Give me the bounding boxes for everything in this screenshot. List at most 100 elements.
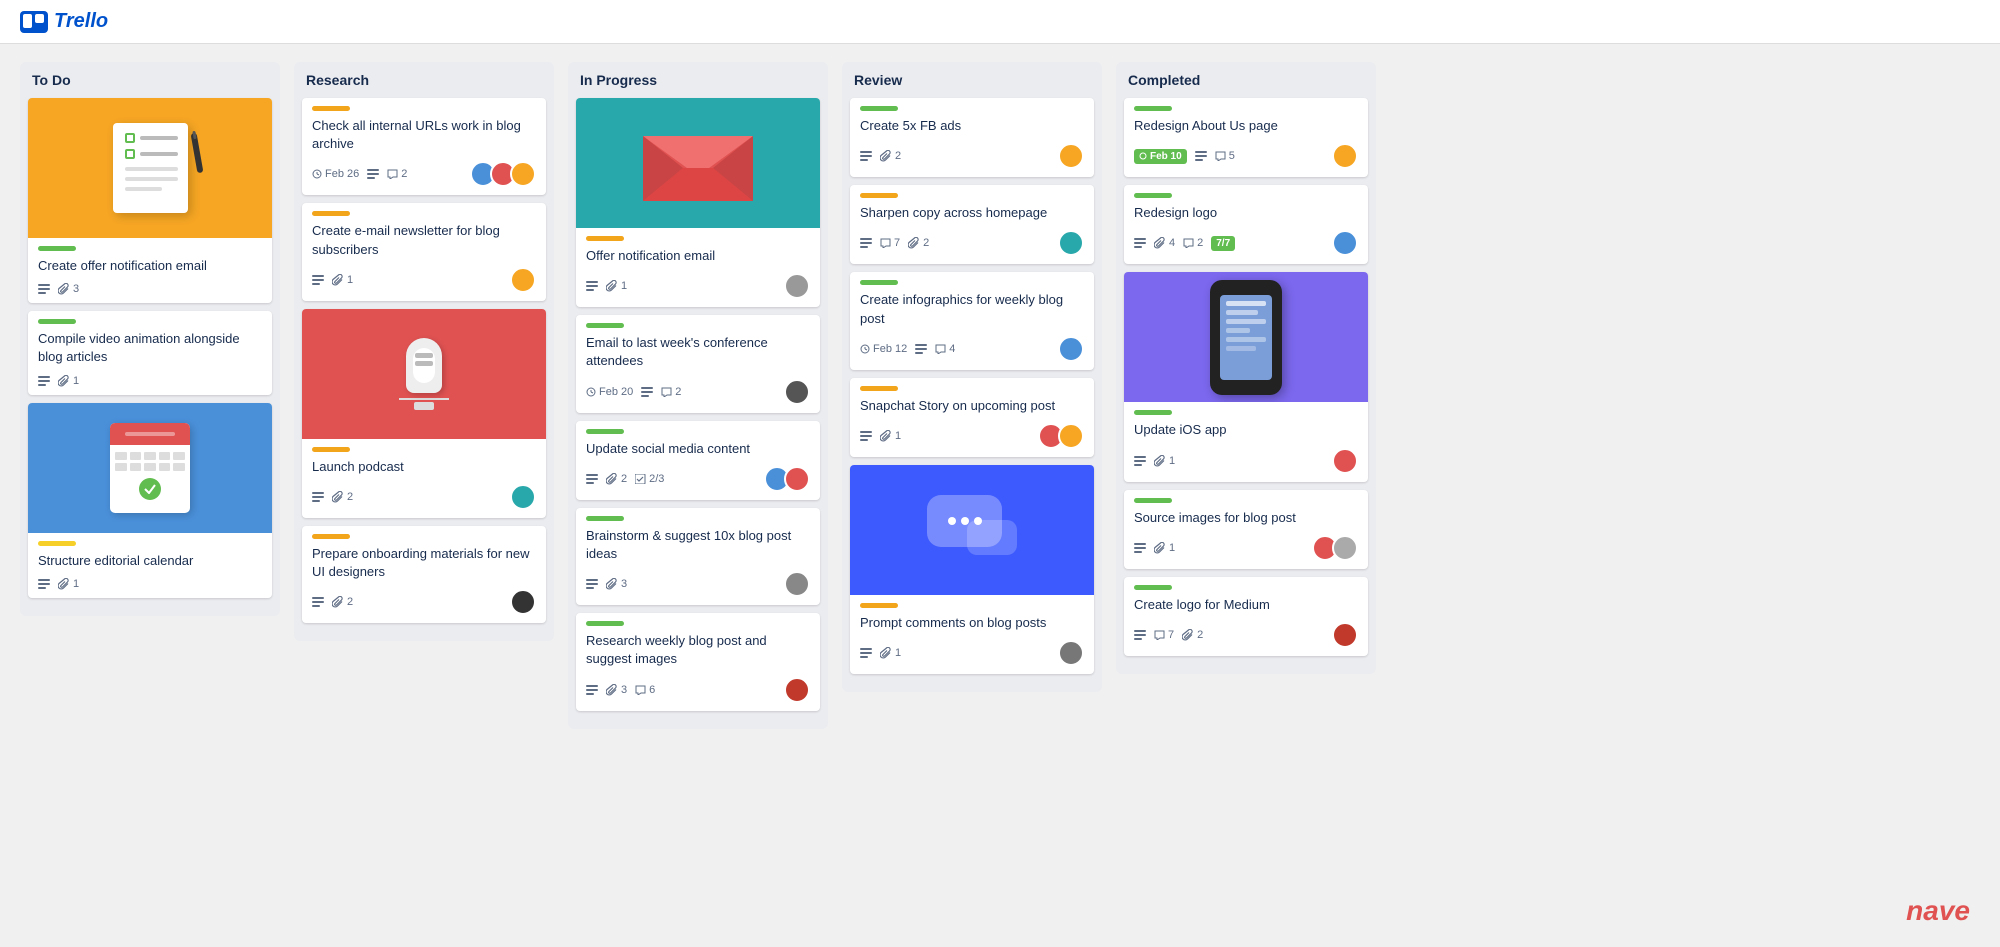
card-comp-4[interactable]: Source images for blog post 1 bbox=[1124, 490, 1368, 569]
card-meta: 1 bbox=[860, 423, 1084, 449]
card-meta: 1 bbox=[38, 375, 262, 387]
card-body: Prompt comments on blog posts 1 bbox=[850, 595, 1094, 674]
label-bar bbox=[860, 386, 898, 391]
column-research: Research Check all internal URLs work in… bbox=[294, 62, 554, 641]
card-title: Brainstorm & suggest 10x blog post ideas bbox=[586, 527, 810, 563]
meta-desc bbox=[1195, 151, 1207, 161]
card-todo-3[interactable]: Structure editorial calendar 1 bbox=[28, 403, 272, 598]
label-bar bbox=[1134, 193, 1172, 198]
meta-desc bbox=[860, 238, 872, 248]
meta-desc bbox=[586, 579, 598, 589]
avatars bbox=[1038, 423, 1084, 449]
card-comp-5[interactable]: Create logo for Medium 7 2 bbox=[1124, 577, 1368, 656]
card-title: Compile video animation alongside blog a… bbox=[38, 330, 262, 366]
meta-attach: 2 bbox=[332, 491, 353, 503]
card-title: Prompt comments on blog posts bbox=[860, 614, 1084, 632]
card-ip-4[interactable]: Brainstorm & suggest 10x blog post ideas… bbox=[576, 508, 820, 605]
card-body: Snapchat Story on upcoming post 1 bbox=[850, 378, 1094, 457]
card-rev-1[interactable]: Create 5x FB ads 2 bbox=[850, 98, 1094, 177]
card-comp-2[interactable]: Redesign logo 4 2 7/7 bbox=[1124, 185, 1368, 264]
avatar bbox=[1332, 622, 1358, 648]
label-bar bbox=[38, 319, 76, 324]
meta-attach: 2 bbox=[1182, 629, 1203, 641]
card-title: Update social media content bbox=[586, 440, 810, 458]
avatar bbox=[784, 677, 810, 703]
card-rev-5[interactable]: Prompt comments on blog posts 1 bbox=[850, 465, 1094, 674]
card-ip-3[interactable]: Update social media content 2 2/3 bbox=[576, 421, 820, 500]
label-bar bbox=[312, 447, 350, 452]
avatars bbox=[510, 589, 536, 615]
meta-desc bbox=[38, 579, 50, 589]
meta-comments: 2 bbox=[1183, 237, 1203, 249]
avatar bbox=[510, 484, 536, 510]
column-title-review: Review bbox=[850, 72, 1094, 88]
card-rev-4[interactable]: Snapchat Story on upcoming post 1 bbox=[850, 378, 1094, 457]
card-body: Compile video animation alongside blog a… bbox=[28, 311, 272, 394]
trello-logo-text: Trello bbox=[54, 10, 108, 33]
card-meta: 4 2 7/7 bbox=[1134, 230, 1358, 256]
meta-date: Feb 12 bbox=[860, 343, 907, 355]
card-meta: Feb 10 5 bbox=[1134, 143, 1358, 169]
card-rev-2[interactable]: Sharpen copy across homepage 7 2 bbox=[850, 185, 1094, 264]
card-cover-calendar bbox=[28, 403, 272, 533]
avatars bbox=[1332, 448, 1358, 474]
meta-attach: 2 bbox=[908, 237, 929, 249]
meta-desc bbox=[915, 344, 927, 354]
avatar bbox=[1332, 230, 1358, 256]
avatars bbox=[1058, 230, 1084, 256]
card-ip-5[interactable]: Research weekly blog post and suggest im… bbox=[576, 613, 820, 710]
avatars bbox=[510, 484, 536, 510]
card-meta: 2 bbox=[860, 143, 1084, 169]
meta-desc bbox=[641, 387, 653, 397]
meta-desc bbox=[312, 597, 324, 607]
card-todo-2[interactable]: Compile video animation alongside blog a… bbox=[28, 311, 272, 394]
meta-attach: 2 bbox=[880, 150, 901, 162]
label-bar bbox=[860, 280, 898, 285]
meta-desc bbox=[1134, 543, 1146, 553]
avatars bbox=[1312, 535, 1358, 561]
card-ip-1[interactable]: Offer notification email 1 bbox=[576, 98, 820, 307]
card-body: Prepare onboarding materials for new UI … bbox=[302, 526, 546, 623]
card-research-2[interactable]: Create e-mail newsletter for blog subscr… bbox=[302, 203, 546, 300]
card-todo-1[interactable]: Create offer notification email 3 bbox=[28, 98, 272, 303]
card-research-1[interactable]: Check all internal URLs work in blog arc… bbox=[302, 98, 546, 195]
card-cover-mic bbox=[302, 309, 546, 439]
nave-logo: nave bbox=[1906, 895, 1970, 927]
avatar bbox=[784, 571, 810, 597]
avatar bbox=[1058, 143, 1084, 169]
meta-checklist-badge: 7/7 bbox=[1211, 236, 1235, 251]
label-bar bbox=[1134, 106, 1172, 111]
meta-date: Feb 20 bbox=[586, 386, 633, 398]
card-cover-phone bbox=[1124, 272, 1368, 402]
card-comp-1[interactable]: Redesign About Us page Feb 10 5 bbox=[1124, 98, 1368, 177]
avatars bbox=[1058, 336, 1084, 362]
meta-attach: 1 bbox=[880, 647, 901, 659]
label-bar bbox=[38, 246, 76, 251]
label-bar bbox=[312, 106, 350, 111]
card-ip-2[interactable]: Email to last week's conference attendee… bbox=[576, 315, 820, 412]
card-body: Update iOS app 1 bbox=[1124, 402, 1368, 481]
meta-desc bbox=[860, 648, 872, 658]
card-comp-3[interactable]: Update iOS app 1 bbox=[1124, 272, 1368, 481]
meta-attach: 1 bbox=[1154, 455, 1175, 467]
meta-comments: 6 bbox=[635, 684, 655, 696]
card-meta: 7 2 bbox=[1134, 622, 1358, 648]
card-meta: 2 bbox=[312, 484, 536, 510]
card-body: Update social media content 2 2/3 bbox=[576, 421, 820, 500]
label-bar bbox=[1134, 585, 1172, 590]
card-meta: 3 bbox=[38, 283, 262, 295]
card-cover-doc bbox=[28, 98, 272, 238]
card-rev-3[interactable]: Create infographics for weekly blog post… bbox=[850, 272, 1094, 369]
avatars bbox=[784, 677, 810, 703]
meta-comments: 7 bbox=[880, 237, 900, 249]
header: Trello bbox=[0, 0, 2000, 44]
card-title: Create 5x FB ads bbox=[860, 117, 1084, 135]
card-research-4[interactable]: Prepare onboarding materials for new UI … bbox=[302, 526, 546, 623]
meta-attach: 1 bbox=[880, 430, 901, 442]
card-title: Redesign About Us page bbox=[1134, 117, 1358, 135]
card-meta: 3 6 bbox=[586, 677, 810, 703]
card-research-3[interactable]: Launch podcast 2 bbox=[302, 309, 546, 518]
card-meta: 3 bbox=[586, 571, 810, 597]
meta-attach: 1 bbox=[1154, 542, 1175, 554]
trello-logo: Trello bbox=[20, 10, 108, 33]
